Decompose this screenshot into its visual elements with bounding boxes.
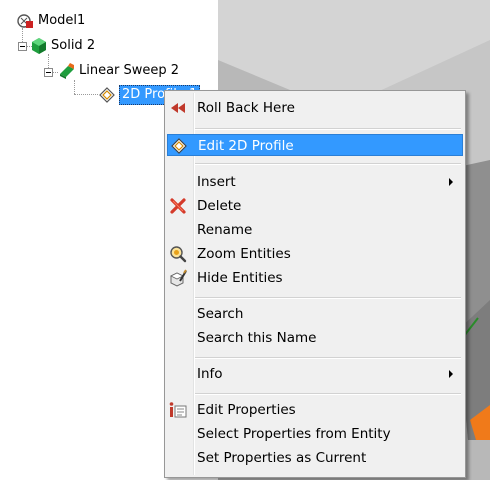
tree-item-solid[interactable]: Solid 2 — [30, 37, 95, 55]
menu-item-info[interactable]: Info — [167, 363, 463, 385]
menu-separator — [195, 357, 461, 358]
menu-item-edit-properties[interactable]: Edit Properties — [167, 399, 463, 421]
menu-item-label: Select Properties from Entity — [197, 426, 391, 442]
profile-icon — [98, 86, 116, 104]
menu-item-search[interactable]: Search — [167, 303, 463, 325]
menu-separator — [195, 393, 461, 394]
submenu-arrow-icon — [449, 370, 453, 378]
menu-item-delete[interactable]: Delete — [167, 195, 463, 217]
hide-icon — [169, 269, 187, 287]
tree-item-label: Linear Sweep 2 — [79, 63, 180, 78]
tree-item-sweep[interactable]: Linear Sweep 2 — [58, 62, 179, 80]
menu-separator — [195, 297, 461, 298]
tree-item-label: Solid 2 — [51, 38, 96, 53]
sweep-icon — [58, 62, 76, 80]
menu-item-roll-back[interactable]: Roll Back Here — [167, 97, 463, 119]
context-menu: Roll Back Here Edit 2D Profile Insert De… — [164, 90, 466, 478]
menu-item-insert[interactable]: Insert — [167, 171, 463, 193]
menu-item-label: Edit 2D Profile — [198, 138, 294, 154]
menu-item-select-properties[interactable]: Select Properties from Entity — [167, 423, 463, 445]
model-icon — [17, 12, 35, 30]
menu-item-hide-entities[interactable]: Hide Entities — [167, 267, 463, 289]
rollback-icon — [169, 99, 187, 117]
submenu-arrow-icon — [449, 178, 453, 186]
menu-item-label: Insert — [197, 174, 236, 190]
menu-item-set-properties[interactable]: Set Properties as Current — [167, 447, 463, 469]
menu-separator — [195, 163, 461, 164]
menu-item-edit-profile[interactable]: Edit 2D Profile — [167, 134, 463, 156]
delete-icon — [169, 197, 187, 215]
solid-expander[interactable] — [18, 42, 27, 51]
menu-item-label: Delete — [197, 198, 242, 214]
zoom-icon — [169, 245, 187, 263]
menu-item-label: Set Properties as Current — [197, 450, 367, 466]
menu-item-label: Edit Properties — [197, 402, 296, 418]
menu-item-label: Search — [197, 306, 244, 322]
edit-profile-icon — [170, 137, 188, 155]
menu-item-search-name[interactable]: Search this Name — [167, 327, 463, 349]
menu-item-label: Zoom Entities — [197, 246, 291, 262]
solid-icon — [30, 37, 48, 55]
tree-item-model[interactable]: Model1 — [17, 12, 85, 30]
menu-item-rename[interactable]: Rename — [167, 219, 463, 241]
sweep-expander[interactable] — [44, 68, 53, 77]
menu-item-zoom-entities[interactable]: Zoom Entities — [167, 243, 463, 265]
menu-item-label: Rename — [197, 222, 253, 238]
menu-separator — [195, 128, 461, 129]
menu-item-label: Roll Back Here — [197, 100, 295, 116]
menu-item-label: Info — [197, 366, 223, 382]
properties-icon — [169, 401, 187, 419]
menu-item-label: Search this Name — [197, 330, 317, 346]
menu-item-label: Hide Entities — [197, 270, 283, 286]
tree-item-label: Model1 — [38, 13, 86, 28]
